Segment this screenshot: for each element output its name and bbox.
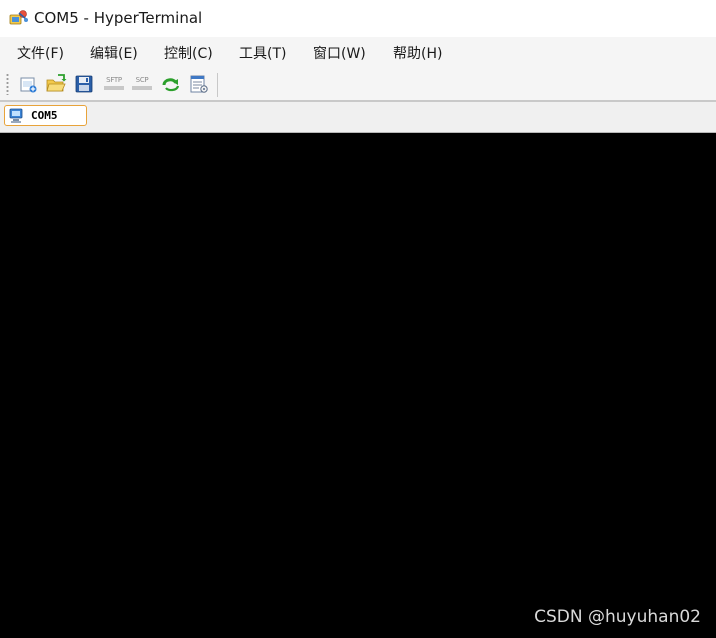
session-tab-label: COM5 [31,109,58,122]
session-tab-com5[interactable]: COM5 [4,105,87,126]
toolbar: SFTP SCP [0,70,716,100]
window-title: COM5 - HyperTerminal [34,9,203,27]
scp-icon[interactable]: SCP [131,76,153,94]
new-session-icon[interactable] [18,73,40,95]
toolbar-grip[interactable] [6,73,9,95]
sftp-icon[interactable]: SFTP [103,76,125,94]
save-icon[interactable] [73,73,95,95]
open-folder-icon[interactable] [45,73,67,95]
menu-tools[interactable]: 工具(T) [239,44,286,64]
hyperterminal-window: COM5 - HyperTerminal 文件(F) 编辑(E) 控制(C) 工… [0,0,716,638]
menu-help[interactable]: 帮助(H) [393,44,442,64]
menu-edit[interactable]: 编辑(E) [90,44,138,64]
session-tab-strip: COM5 [0,102,716,133]
sftp-label: SFTP [106,76,122,84]
title-bar: COM5 - HyperTerminal [0,0,716,37]
terminal-screen[interactable]: CSDN @huyuhan02 [0,133,716,638]
hyperterminal-app-icon [9,9,29,27]
menu-file[interactable]: 文件(F) [17,44,64,64]
scp-label: SCP [135,76,149,84]
menu-control[interactable]: 控制(C) [164,44,213,64]
properties-icon[interactable] [188,73,210,95]
menu-bar: 文件(F) 编辑(E) 控制(C) 工具(T) 窗口(W) 帮助(H) [0,37,716,70]
computer-icon [8,107,26,125]
menu-window[interactable]: 窗口(W) [313,44,366,64]
reconnect-icon[interactable] [160,73,182,95]
csdn-watermark: CSDN @huyuhan02 [534,607,701,627]
toolbar-separator [217,73,218,97]
